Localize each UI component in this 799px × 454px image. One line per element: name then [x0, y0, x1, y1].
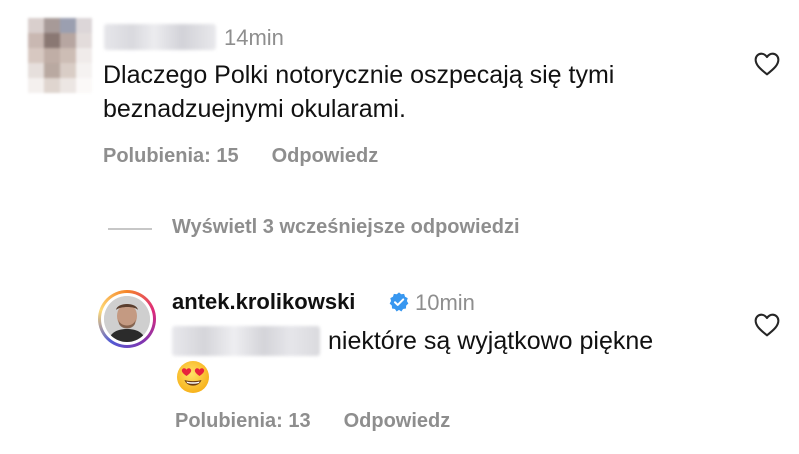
commenter-avatar-blurred[interactable] [28, 18, 92, 93]
comment-reply-button[interactable]: Odpowiedz [272, 145, 379, 167]
reply-timestamp: 10min [415, 290, 475, 315]
heart-eyes-emoji [177, 361, 209, 393]
reply-likes-count[interactable]: Polubienia: 13 [175, 410, 311, 432]
comment-actions: Polubienia: 15 Odpowiedz [103, 145, 378, 168]
comment-likes-count[interactable]: Polubienia: 15 [103, 145, 239, 167]
heart-outline-icon[interactable] [754, 313, 780, 337]
heart-outline-icon[interactable] [754, 52, 780, 76]
reply-actions: Polubienia: 13 Odpowiedz [175, 410, 450, 433]
mention-blurred[interactable] [172, 326, 320, 356]
view-previous-replies-button[interactable]: Wyświetl 3 wcześniejsze odpowiedzi [172, 216, 520, 239]
comment-text: Dlaczego Polki notorycznie oszpecają się… [103, 61, 615, 123]
comment-timestamp: 14min [224, 25, 284, 50]
verified-badge-icon [389, 292, 409, 312]
reply-text: niektóre są wyjątkowo piękne [328, 327, 654, 355]
profile-photo-icon [104, 296, 150, 342]
replies-divider [108, 228, 152, 230]
reply-avatar[interactable] [104, 296, 150, 342]
reply-reply-button[interactable]: Odpowiedz [344, 410, 451, 432]
commenter-username-blurred[interactable] [104, 24, 216, 50]
reply-username[interactable]: antek.krolikowski [172, 289, 355, 315]
